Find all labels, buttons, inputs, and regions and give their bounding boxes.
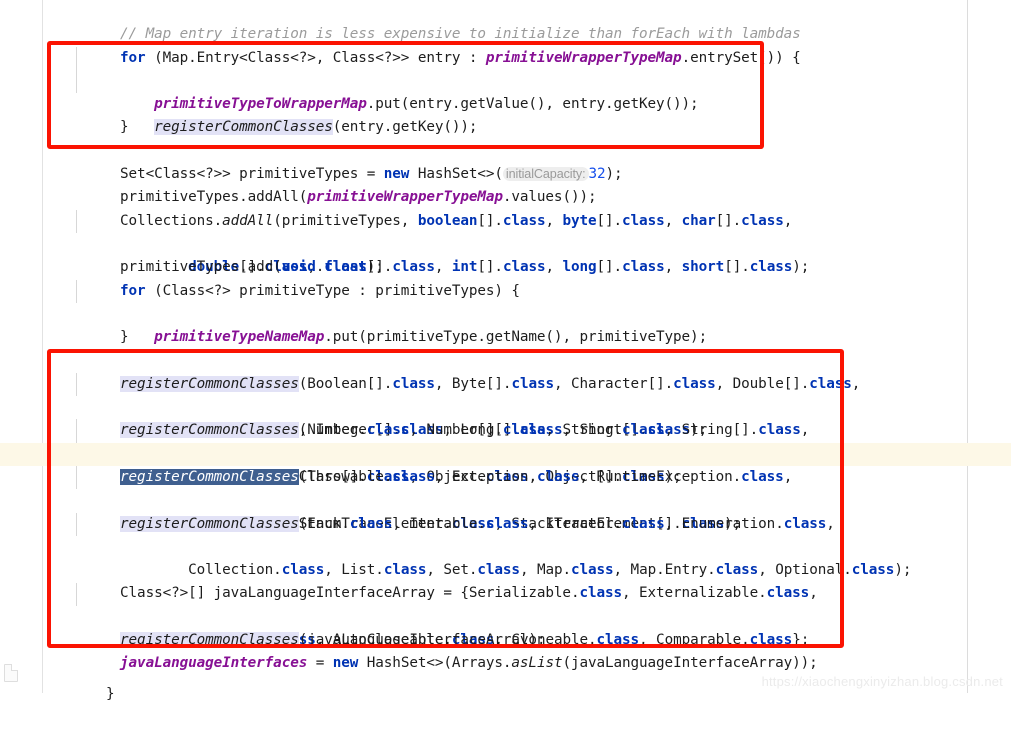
code-line[interactable]: registerCommonClasses(javaLanguageInterf… [0, 606, 1011, 649]
code-line[interactable]: primitiveTypeToWrapperMap.put(entry.getV… [0, 46, 1011, 112]
code-line[interactable]: } [0, 93, 1011, 135]
code-line[interactable]: for (Class<?> primitiveType : primitiveT… [0, 256, 1011, 299]
code-line[interactable]: Error.class, StackTraceElement.class, St… [0, 466, 1011, 532]
code-line[interactable]: registerCommonClasses(Boolean[].class, B… [0, 350, 1011, 392]
code-line[interactable]: javaLanguageInterfaces = new HashSet<>(A… [0, 629, 1011, 671]
code-line[interactable]: Class<?>[] javaLanguageInterfaceArray = … [0, 559, 1011, 601]
indent-guide [76, 372, 77, 397]
indent-guide [76, 582, 77, 606]
code-line[interactable]: double[].class, float[].class, int[].cla… [0, 209, 1011, 275]
code-line[interactable]: primitiveTypes.addAll(primitiveWrapperTy… [0, 163, 1011, 205]
indent-guide [76, 46, 77, 70]
code-line[interactable]: Collections.addAll(primitiveTypes, boole… [0, 186, 1011, 229]
code-line-current[interactable]: registerCommonClasses(Throwable.class, E… [0, 442, 1011, 485]
code-line[interactable]: Closeable.class, AutoCloseable.class, Cl… [0, 582, 1011, 648]
indent-guide [76, 209, 77, 233]
code-line[interactable]: registerCommonClasses(Number.class, Numb… [0, 396, 1011, 439]
indent-guide [76, 69, 77, 94]
watermark-text: https://xiaochengxinyizhan.blog.csdn.net [761, 674, 1003, 689]
code-line[interactable]: Set<Class<?>> primitiveTypes = new HashS… [0, 140, 1011, 182]
indent-guide [76, 512, 77, 536]
code-line-blank[interactable] [0, 326, 1011, 349]
code-line[interactable]: primitiveTypeNameMap.put(primitiveType.g… [0, 279, 1011, 345]
code-line[interactable]: registerCommonClasses(entry.getKey()); [0, 69, 1011, 136]
indent-guide [76, 466, 77, 490]
code-line[interactable]: Collection.class, List.class, Set.class,… [0, 512, 1011, 578]
code-line[interactable]: Class.class, Class[].class, Object.class… [0, 419, 1011, 485]
code-line[interactable]: registerCommonClasses(Enum.class, Iterab… [0, 489, 1011, 532]
code-line[interactable]: primitiveTypes.add(void.class); [0, 233, 1011, 275]
indent-guide [76, 279, 77, 303]
code-editor[interactable]: // Map entry iteration is less expensive… [0, 0, 1011, 702]
indent-guide [76, 419, 77, 443]
code-line[interactable]: // Map entry iteration is less expensive… [0, 0, 1011, 42]
code-line-blank[interactable] [0, 536, 1011, 559]
code-line[interactable]: Float[].class, Integer[].class, Long[].c… [0, 372, 1011, 438]
code-line-blank[interactable] [0, 117, 1011, 140]
code-line[interactable]: for (Map.Entry<Class<?>, Class<?>> entry… [0, 23, 1011, 66]
code-line[interactable]: } [0, 303, 1011, 345]
